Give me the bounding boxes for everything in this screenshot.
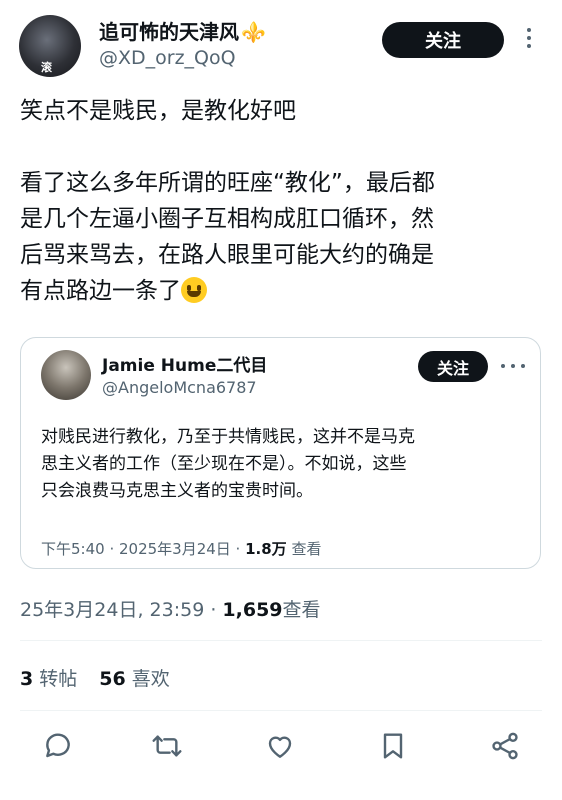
likes-stat[interactable]: 56 喜欢 <box>99 668 169 690</box>
post-timestamp: 25年3月24日, 23:59 · 1,659查看 <box>20 595 321 622</box>
avatar-badge: 滚 <box>41 61 52 74</box>
quote-more-options-icon[interactable] <box>501 364 525 370</box>
post-text-line: 是几个左逼小圈子互相构成肛口循环，然 <box>20 206 434 232</box>
likes-count: 56 <box>99 668 126 690</box>
quote-text-line: 对贱民进行教化，乃至于共情贱民，这并不是马克 <box>41 427 415 447</box>
like-icon[interactable] <box>264 730 296 762</box>
quote-follow-button[interactable]: 关注 <box>418 351 488 382</box>
author-name[interactable]: 追可怖的天津风 ⚜️ <box>99 16 266 45</box>
reposts-count: 3 <box>20 668 34 690</box>
author-handle[interactable]: @XD_orz_QoQ <box>99 47 236 69</box>
share-icon[interactable] <box>489 730 521 762</box>
reply-icon[interactable] <box>42 730 74 762</box>
fleur-de-lis-emoji: ⚜️ <box>241 20 266 44</box>
divider <box>20 640 542 641</box>
quoted-post[interactable]: Jamie Hume二代目 @AngeloMcna6787 关注 对贱民进行教化… <box>20 337 541 569</box>
engagement-stats: 3 转帖 56 喜欢 <box>20 664 170 691</box>
post-text-line-content: 有点路边一条了 <box>20 278 181 304</box>
quote-timestamp: 下午5:40 · 2025年3月24日 · <box>41 540 246 558</box>
follow-button[interactable]: 关注 <box>382 22 504 58</box>
quote-meta: 下午5:40 · 2025年3月24日 · 1.8万 查看 <box>41 538 321 559</box>
likes-label: 喜欢 <box>131 668 170 690</box>
bookmark-icon[interactable] <box>377 730 409 762</box>
reposts-stat[interactable]: 3 转帖 <box>20 668 77 690</box>
post-text-line: 后骂来骂去，在路人眼里可能大约的确是 <box>20 242 434 268</box>
divider <box>20 710 542 711</box>
post-text-line: 看了这么多年所谓的旺座“教化”，最后都 <box>20 170 435 196</box>
quote-views-label: 查看 <box>286 540 322 558</box>
post-text-line: 笑点不是贱民，是教化好吧 <box>20 98 296 124</box>
author-name-text: 追可怖的天津风 <box>99 20 239 44</box>
reposts-label: 转帖 <box>39 668 78 690</box>
quote-author-handle[interactable]: @AngeloMcna6787 <box>102 378 257 397</box>
views-count: 1,659 <box>222 599 283 621</box>
quote-author-name[interactable]: Jamie Hume二代目 <box>102 351 267 376</box>
smile-emoji-icon <box>181 277 207 303</box>
repost-icon[interactable] <box>151 730 183 762</box>
action-bar <box>20 730 542 764</box>
quote-text-line: 思主义者的工作（至少现在不是）。不如说，这些 <box>41 454 407 474</box>
post-text-line: 有点路边一条了 <box>20 273 207 309</box>
avatar[interactable]: 滚 <box>19 15 81 77</box>
quote-avatar[interactable] <box>41 350 91 400</box>
more-options-icon[interactable] <box>524 28 534 52</box>
quote-views-count: 1.8万 <box>245 540 287 558</box>
views-label: 查看 <box>282 599 321 621</box>
quote-text-line: 只会浪费马克思主义者的宝贵时间。 <box>41 481 313 501</box>
post-time[interactable]: 25年3月24日, 23:59 · <box>20 599 222 621</box>
